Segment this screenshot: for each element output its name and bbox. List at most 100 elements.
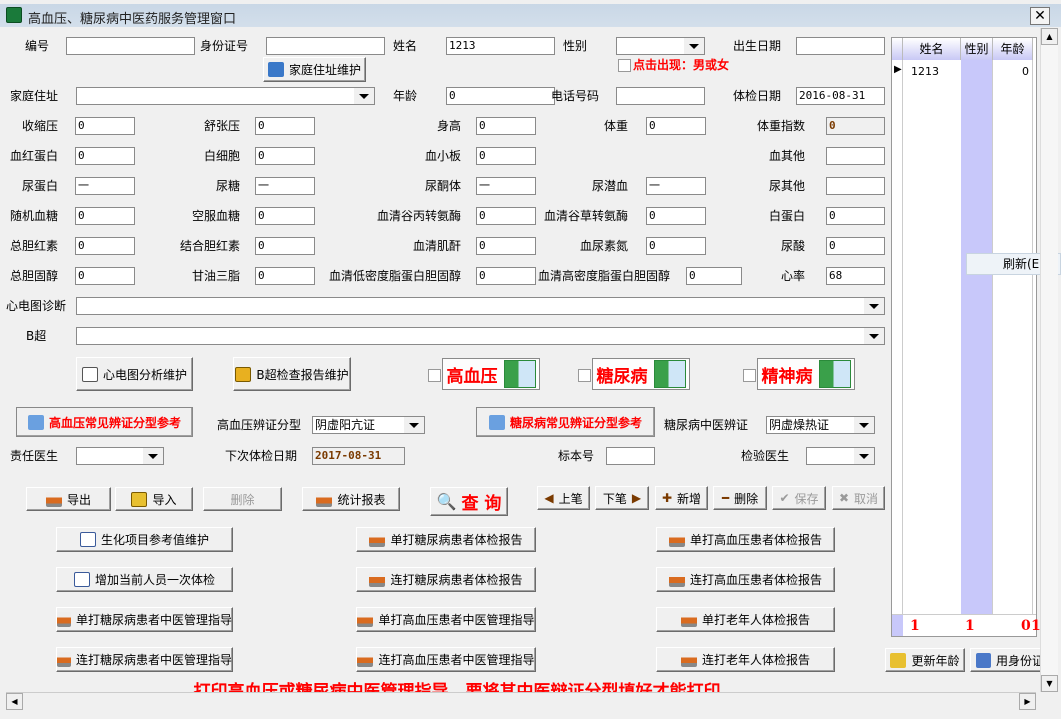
lab-input[interactable]: 0	[646, 237, 706, 255]
gender-label: 性别	[563, 39, 588, 53]
printer-icon	[45, 491, 62, 507]
scroll-right-icon[interactable]: ▶	[1019, 693, 1036, 710]
htn-ref-button[interactable]: 高血压常见辨证分型参考	[16, 407, 193, 437]
mental-button[interactable]: 精神病	[757, 358, 855, 390]
mental-checkbox[interactable]	[743, 369, 756, 382]
lab-input[interactable]: 0	[255, 237, 315, 255]
add-button[interactable]: ✚ 新增	[655, 486, 708, 510]
htn-type-select[interactable]: 阴虚阳亢证	[312, 416, 425, 434]
lab-input[interactable]: 0	[75, 207, 135, 225]
name-input[interactable]: 1213	[446, 37, 555, 55]
import-button[interactable]: 导入	[115, 487, 193, 511]
export-button[interactable]: 导出	[26, 487, 111, 511]
lab-input[interactable]: 0	[255, 267, 315, 285]
lab-input[interactable]: 一	[75, 177, 135, 195]
gender-select[interactable]	[616, 37, 705, 55]
delete-button[interactable]: ━ 删除	[713, 486, 767, 510]
action-button[interactable]: 单打高血压患者体检报告	[656, 527, 835, 552]
address-maintain-button[interactable]: 家庭住址维护	[263, 57, 366, 82]
lab-input[interactable]: 0	[476, 267, 536, 285]
ecg-maintain-button[interactable]: 心电图分析维护	[76, 357, 193, 391]
lab-input[interactable]: 一	[476, 177, 536, 195]
lab-input[interactable]: 0	[75, 117, 135, 135]
lab-input[interactable]: 68	[826, 267, 885, 285]
lab-input[interactable]: 0	[686, 267, 742, 285]
grid-header-name[interactable]: 姓名	[903, 38, 961, 60]
query-button[interactable]: 🔍 查 询	[430, 487, 508, 516]
update-age-button[interactable]: 更新年龄	[885, 648, 965, 672]
delete-disabled-button[interactable]: 删除	[203, 487, 282, 511]
lab-input[interactable]: 0	[476, 207, 536, 225]
gender-hint-checkbox[interactable]	[618, 59, 631, 72]
birth-input[interactable]	[796, 37, 885, 55]
grid-header-age[interactable]: 年龄	[993, 38, 1033, 60]
grid-header-gender[interactable]: 性别	[961, 38, 993, 60]
exam-date-input[interactable]: 2016-08-31	[796, 87, 885, 105]
lab-input[interactable]: 0	[75, 147, 135, 165]
dm-checkbox[interactable]	[578, 369, 591, 382]
htn-checkbox[interactable]	[428, 369, 441, 382]
lab-doctor-select[interactable]	[806, 447, 875, 465]
action-button[interactable]: 连打糖尿病患者体检报告	[356, 567, 536, 592]
report-button[interactable]: 统计报表	[302, 487, 400, 511]
lab-input[interactable]: 一	[255, 177, 315, 195]
dm-ref-button[interactable]: 糖尿病常见辨证分型参考	[476, 407, 655, 437]
sample-input[interactable]	[606, 447, 655, 465]
dm-button[interactable]: 糖尿病	[592, 358, 690, 390]
chevron-down-icon	[404, 417, 424, 433]
lab-input[interactable]: 0	[255, 117, 315, 135]
lab-input[interactable]: 一	[646, 177, 706, 195]
action-button[interactable]: 单打糖尿病患者体检报告	[356, 527, 536, 552]
window-title: 高血压、糖尿病中医药服务管理窗口	[28, 12, 237, 27]
vertical-scrollbar[interactable]: ▲ ▼	[1040, 28, 1058, 692]
action-button[interactable]: 连打高血压患者体检报告	[656, 567, 835, 592]
use-idcard-button[interactable]: 用身份证	[970, 648, 1045, 672]
ecg-select[interactable]	[76, 297, 885, 315]
lab-input[interactable]	[826, 177, 885, 195]
close-button[interactable]: ✕	[1030, 7, 1050, 25]
lab-input[interactable]: 0	[75, 237, 135, 255]
printer-icon	[57, 612, 71, 627]
cancel-button[interactable]: ✖ 取消	[832, 486, 885, 510]
age-column	[993, 60, 1033, 614]
doctor-select[interactable]	[76, 447, 164, 465]
id-input[interactable]	[66, 37, 195, 55]
lab-input[interactable]: 0	[476, 147, 536, 165]
action-button[interactable]: 生化项目参考值维护	[56, 527, 233, 552]
bus-maintain-button[interactable]: B超检查报告维护	[233, 357, 351, 391]
lab-input[interactable]: 0	[255, 207, 315, 225]
action-button[interactable]: 连打高血压患者中医管理指导	[356, 647, 536, 672]
scroll-left-icon[interactable]: ◀	[6, 693, 23, 710]
action-button[interactable]: 增加当前人员一次体检	[56, 567, 233, 592]
action-button[interactable]: 连打糖尿病患者中医管理指导	[56, 647, 233, 672]
next-button[interactable]: 下笔 ▶	[595, 486, 649, 510]
action-button[interactable]: 单打老年人体检报告	[656, 607, 835, 632]
phone-input[interactable]	[616, 87, 705, 105]
lab-input[interactable]: 0	[826, 207, 885, 225]
lab-input[interactable]: 0	[476, 117, 536, 135]
save-button[interactable]: ✔ 保存	[772, 486, 826, 510]
lab-input[interactable]: 0	[476, 237, 536, 255]
action-button[interactable]: 单打高血压患者中医管理指导	[356, 607, 536, 632]
patient-grid[interactable]: 姓名 性别 年龄 ▶ 1213 0 1 1 0 1	[891, 37, 1041, 637]
lab-input[interactable]: 0	[255, 147, 315, 165]
horizontal-scrollbar[interactable]: ◀ ▶	[6, 692, 1036, 710]
age-input[interactable]: 0	[446, 87, 555, 105]
dm-type-select[interactable]: 阴虚燥热证	[766, 416, 875, 434]
lab-input[interactable]: 0	[75, 267, 135, 285]
idcard-input[interactable]	[266, 37, 385, 55]
htn-button[interactable]: 高血压	[442, 358, 540, 390]
action-button[interactable]: 单打糖尿病患者中医管理指导	[56, 607, 233, 632]
scroll-down-icon[interactable]: ▼	[1041, 675, 1058, 692]
lab-input[interactable]: 0	[646, 207, 706, 225]
bus-select[interactable]	[76, 327, 885, 345]
address-select[interactable]	[76, 87, 375, 105]
action-button[interactable]: 连打老年人体检报告	[656, 647, 835, 672]
chevron-down-icon	[854, 448, 874, 464]
prev-button[interactable]: ◀ 上笔	[537, 486, 590, 510]
lab-input[interactable]	[826, 147, 885, 165]
scroll-up-icon[interactable]: ▲	[1041, 28, 1058, 45]
grid-row[interactable]: 1213 0	[903, 61, 1033, 82]
lab-input[interactable]: 0	[826, 237, 885, 255]
lab-input[interactable]: 0	[646, 117, 706, 135]
